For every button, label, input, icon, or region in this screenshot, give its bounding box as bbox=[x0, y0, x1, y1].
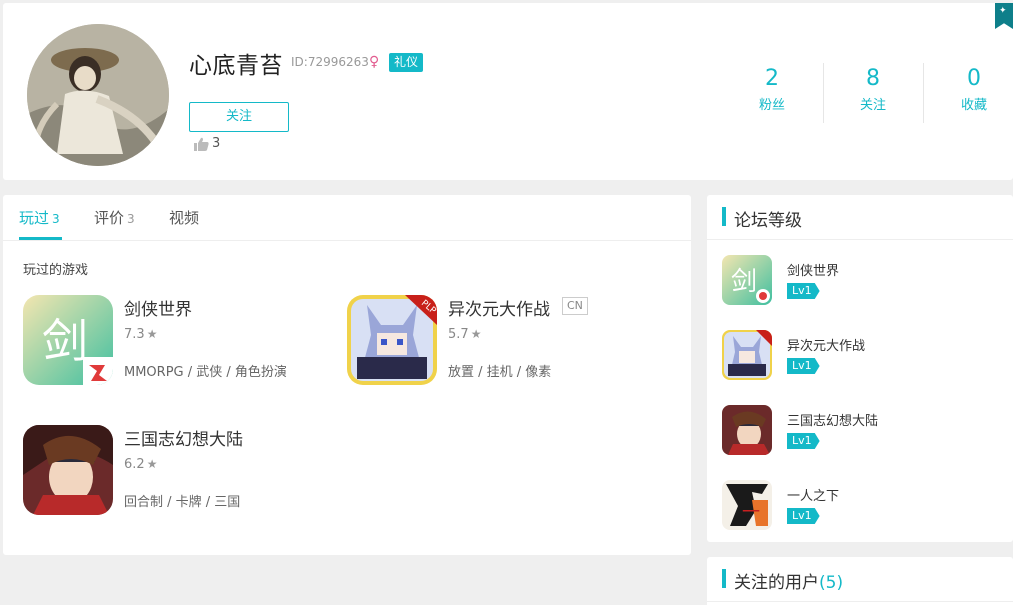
score-value: 7.3 bbox=[124, 327, 145, 342]
female-icon: ♀ bbox=[369, 54, 380, 70]
tab-played-label: 玩过 bbox=[19, 209, 50, 227]
tab-played-count: 3 bbox=[52, 212, 60, 226]
section-title: 玩过的游戏 bbox=[23, 263, 89, 278]
game-icon[interactable]: 剑 bbox=[23, 295, 113, 385]
star-icon: ★ bbox=[146, 327, 158, 341]
forum-level-item[interactable]: 一 一人之下 Lv1 bbox=[722, 480, 1002, 530]
star-icon: ★ bbox=[470, 327, 482, 341]
stat-following-label: 关注 bbox=[859, 98, 886, 113]
game-tags: MMORPG / 武侠 / 角色扮演 bbox=[124, 365, 287, 380]
stat-following[interactable]: 8 关注 bbox=[823, 63, 923, 123]
game-card[interactable]: PLP 异次元大作战 CN 5.7 ★ 放置 / 挂机 / 像素 bbox=[347, 295, 657, 390]
star-icon: ★ bbox=[146, 457, 158, 471]
avatar[interactable] bbox=[27, 24, 169, 166]
forum-level-item[interactable]: 异次元大作战 Lv1 bbox=[722, 330, 1002, 380]
like-count: 3 bbox=[212, 136, 221, 151]
game-tags: 回合制 / 卡牌 / 三国 bbox=[124, 495, 241, 510]
games-card: 玩过 3 评价 3 视频 玩过的游戏 剑 剑侠世界 7.3 ★ MMORPG / 武侠… bbox=[3, 195, 691, 555]
forum-game-name[interactable]: 三国志幻想大陆 bbox=[787, 410, 878, 429]
tab-videos-label: 视频 bbox=[169, 209, 200, 227]
svg-text:剑: 剑 bbox=[42, 314, 88, 368]
forum-game-name[interactable]: 剑侠世界 bbox=[787, 260, 839, 279]
game-icon[interactable]: 一 bbox=[722, 480, 772, 530]
score-value: 6.2 bbox=[124, 457, 145, 472]
avatar-image bbox=[27, 24, 169, 166]
active-tab-indicator bbox=[19, 237, 62, 240]
tab-played[interactable]: 玩过 3 bbox=[19, 207, 60, 228]
game-icon[interactable] bbox=[23, 425, 113, 515]
forum-level-card: 论坛等级 剑 剑侠世界 Lv1 异次元大作战 Lv1 三国志幻想大陆 Lv1 一… bbox=[707, 195, 1013, 542]
game-name[interactable]: 三国志幻想大陆 bbox=[124, 425, 243, 450]
following-users-header: 关注的用户(5) bbox=[707, 557, 1013, 602]
following-users-count: (5) bbox=[819, 573, 844, 593]
stat-favorites[interactable]: 0 收藏 bbox=[924, 63, 1013, 123]
region-tag: CN bbox=[562, 297, 588, 315]
game-score: 5.7 ★ bbox=[448, 327, 481, 342]
thumbs-up-icon[interactable] bbox=[194, 137, 209, 151]
forum-level-header: 论坛等级 bbox=[707, 195, 1013, 240]
tab-reviews-count: 3 bbox=[127, 212, 135, 226]
forum-game-name[interactable]: 异次元大作战 bbox=[787, 335, 865, 354]
game-card[interactable]: 剑 剑侠世界 7.3 ★ MMORPG / 武侠 / 角色扮演 bbox=[23, 295, 333, 390]
svg-text:一: 一 bbox=[742, 502, 760, 523]
game-card[interactable]: 三国志幻想大陆 6.2 ★ 回合制 / 卡牌 / 三国 bbox=[23, 425, 333, 520]
game-score: 7.3 ★ bbox=[124, 327, 157, 342]
follow-button[interactable]: 关注 bbox=[189, 102, 289, 132]
game-icon[interactable] bbox=[722, 405, 772, 455]
stat-favorites-number: 0 bbox=[967, 66, 981, 91]
stat-favorites-label: 收藏 bbox=[960, 98, 987, 113]
forum-level-title: 论坛等级 bbox=[734, 211, 802, 231]
tab-reviews-label: 评价 bbox=[94, 209, 125, 227]
nickname: 心底青苔 bbox=[189, 53, 283, 79]
game-name[interactable]: 剑侠世界 bbox=[124, 295, 192, 320]
bookmark-flag-icon[interactable]: ✦ bbox=[995, 3, 1013, 29]
svg-text:剑: 剑 bbox=[731, 267, 757, 297]
stat-fans-label: 粉丝 bbox=[758, 98, 785, 113]
etiquette-badge: 礼仪 bbox=[389, 53, 424, 72]
tab-reviews[interactable]: 评价 3 bbox=[94, 207, 135, 228]
profile-tabs: 玩过 3 评价 3 视频 bbox=[3, 195, 691, 241]
game-name[interactable]: 异次元大作战 bbox=[448, 295, 550, 320]
following-users-title[interactable]: 关注的用户(5) bbox=[734, 568, 843, 593]
game-icon[interactable]: 剑 bbox=[722, 255, 772, 305]
stat-fans-number: 2 bbox=[765, 66, 779, 91]
header-accent-bar bbox=[722, 207, 726, 226]
tab-videos[interactable]: 视频 bbox=[169, 207, 199, 228]
user-id: ID:72996263 bbox=[291, 55, 369, 69]
level-badge: Lv1 bbox=[787, 433, 820, 449]
level-badge: Lv1 bbox=[787, 508, 820, 524]
stat-following-number: 8 bbox=[866, 66, 880, 91]
level-badge: Lv1 bbox=[787, 283, 820, 299]
forum-level-item[interactable]: 剑 剑侠世界 Lv1 bbox=[722, 255, 1002, 305]
following-users-card: 关注的用户(5) bbox=[707, 557, 1013, 605]
game-icon[interactable]: PLP bbox=[347, 295, 437, 385]
header-accent-bar bbox=[722, 569, 726, 588]
game-tags: 放置 / 挂机 / 像素 bbox=[448, 365, 552, 380]
following-users-label: 关注的用户 bbox=[734, 573, 819, 593]
level-badge: Lv1 bbox=[787, 358, 820, 374]
profile-card: 心底青苔 ID:72996263 ♀ 礼仪 关注 3 2 粉丝 8 关注 0 收… bbox=[3, 3, 1013, 180]
forum-level-item[interactable]: 三国志幻想大陆 Lv1 bbox=[722, 405, 1002, 455]
stat-fans[interactable]: 2 粉丝 bbox=[722, 63, 822, 123]
game-score: 6.2 ★ bbox=[124, 457, 157, 472]
forum-game-name[interactable]: 一人之下 bbox=[787, 485, 839, 504]
score-value: 5.7 bbox=[448, 327, 469, 342]
game-icon[interactable] bbox=[722, 330, 772, 380]
